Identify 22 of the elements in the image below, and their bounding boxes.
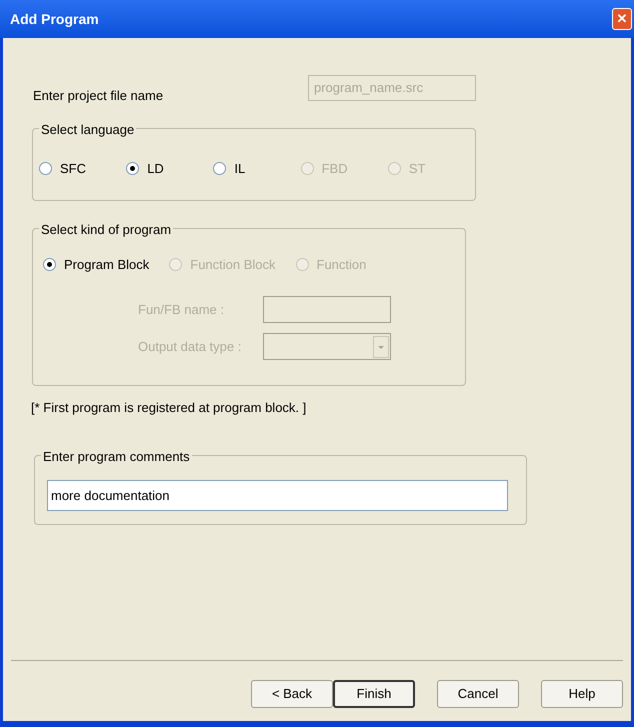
wizard-button[interactable]: < Back	[251, 680, 333, 708]
caret-icon	[373, 336, 389, 358]
radio-button[interactable]	[126, 162, 140, 175]
data-type-dropdown[interactable]	[263, 333, 391, 360]
window-title: Add Program	[10, 10, 99, 29]
field-label: Output data type :	[138, 338, 242, 356]
field-label: Enter project file name	[33, 87, 164, 105]
radio-option[interactable]: IL	[213, 158, 301, 178]
radio-option[interactable]: LD	[126, 158, 214, 178]
radio-button[interactable]	[213, 162, 226, 175]
close-button[interactable]: ✕	[612, 8, 632, 30]
field-label: Fun/FB name :	[138, 300, 225, 319]
radio-button[interactable]	[43, 258, 56, 271]
wizard-button[interactable]: Finish	[333, 680, 415, 708]
note-text: [* First program is registered at program block. ]	[31, 398, 308, 417]
wizard-button[interactable]: Help	[541, 680, 623, 708]
radio-option[interactable]: SFC	[39, 158, 126, 178]
comments-field[interactable]: more documentation	[47, 480, 508, 511]
wizard-button[interactable]: Cancel	[437, 680, 519, 708]
radio-button[interactable]	[39, 162, 52, 175]
name-field[interactable]	[263, 296, 391, 323]
radio-option[interactable]: Program Block	[43, 254, 150, 274]
